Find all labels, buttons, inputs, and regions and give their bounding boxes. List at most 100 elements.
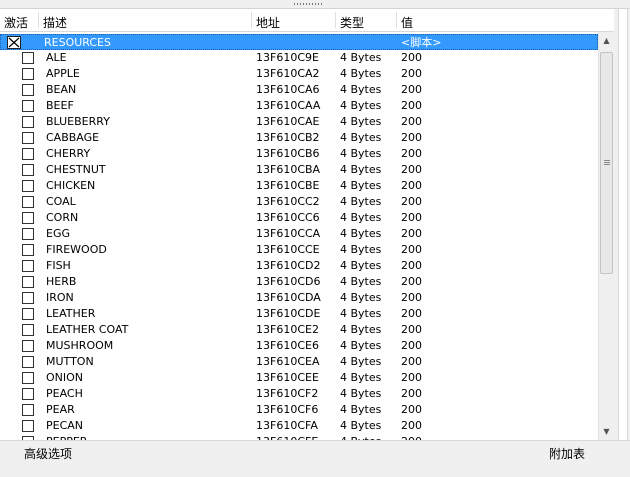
- row-description: APPLE: [46, 67, 80, 80]
- scroll-thumb[interactable]: [600, 52, 613, 274]
- row-value: 200: [401, 259, 422, 272]
- row-address: 13F610CEE: [256, 371, 319, 384]
- header-type[interactable]: 类型: [340, 14, 364, 31]
- row-address: 13F610CE2: [256, 323, 319, 336]
- header-divider[interactable]: [251, 12, 252, 28]
- row-description: CHERRY: [46, 147, 91, 160]
- row-type: 4 Bytes: [340, 243, 382, 256]
- row-type: 4 Bytes: [340, 179, 382, 192]
- table-row[interactable]: CHESTNUT 13F610CBA 4 Bytes 200: [0, 162, 598, 178]
- table-row[interactable]: HERB 13F610CD6 4 Bytes 200: [0, 274, 598, 290]
- active-checkbox[interactable]: [22, 260, 34, 272]
- row-address: 13F610CDA: [256, 291, 321, 304]
- panel-splitter[interactable]: [0, 0, 630, 9]
- check-x-icon: [8, 37, 20, 48]
- active-checkbox[interactable]: [22, 148, 34, 160]
- active-checkbox[interactable]: [22, 196, 34, 208]
- table-row[interactable]: PEACH 13F610CF2 4 Bytes 200: [0, 386, 598, 402]
- active-checkbox[interactable]: [22, 308, 34, 320]
- table-row[interactable]: CHERRY 13F610CB6 4 Bytes 200: [0, 146, 598, 162]
- active-checkbox[interactable]: [22, 68, 34, 80]
- active-checkbox[interactable]: [22, 180, 34, 192]
- table-row[interactable]: IRON 13F610CDA 4 Bytes 200: [0, 290, 598, 306]
- table-row[interactable]: MUSHROOM 13F610CE6 4 Bytes 200: [0, 338, 598, 354]
- active-checkbox[interactable]: [22, 100, 34, 112]
- table-row[interactable]: COAL 13F610CC2 4 Bytes 200: [0, 194, 598, 210]
- active-checkbox[interactable]: [22, 164, 34, 176]
- row-description: IRON: [46, 291, 74, 304]
- header-active[interactable]: 激活: [4, 14, 28, 31]
- header-divider[interactable]: [396, 12, 397, 28]
- address-list[interactable]: RESOURCES <脚本> ALE 13F610C9E 4 Bytes 200 APP…: [0, 32, 598, 440]
- row-value: 200: [401, 147, 422, 160]
- active-checkbox[interactable]: [22, 116, 34, 128]
- active-checkbox[interactable]: [22, 212, 34, 224]
- table-row[interactable]: CORN 13F610CC6 4 Bytes 200: [0, 210, 598, 226]
- window-edge: [614, 9, 630, 440]
- header-address[interactable]: 地址: [256, 14, 280, 31]
- vertical-scrollbar[interactable]: ▲ ▼: [598, 32, 614, 440]
- row-value: 200: [401, 67, 422, 80]
- header-divider[interactable]: [335, 12, 336, 28]
- table-row[interactable]: MUTTON 13F610CEA 4 Bytes 200: [0, 354, 598, 370]
- table-row[interactable]: FISH 13F610CD2 4 Bytes 200: [0, 258, 598, 274]
- active-checkbox[interactable]: [22, 372, 34, 384]
- table-row[interactable]: ONION 13F610CEE 4 Bytes 200: [0, 370, 598, 386]
- table-row[interactable]: ALE 13F610C9E 4 Bytes 200: [0, 50, 598, 66]
- table-row[interactable]: PECAN 13F610CFA 4 Bytes 200: [0, 418, 598, 434]
- row-value: 200: [401, 243, 422, 256]
- active-checkbox[interactable]: [22, 356, 34, 368]
- active-checkbox[interactable]: [22, 228, 34, 240]
- scroll-down-button[interactable]: ▼: [599, 423, 614, 440]
- header-value[interactable]: 值: [401, 14, 413, 31]
- header-divider[interactable]: [38, 12, 39, 28]
- chevron-up-icon: ▲: [603, 36, 610, 45]
- table-row[interactable]: LEATHER 13F610CDE 4 Bytes 200: [0, 306, 598, 322]
- row-value: 200: [401, 83, 422, 96]
- table-row[interactable]: PEAR 13F610CF6 4 Bytes 200: [0, 402, 598, 418]
- active-checkbox[interactable]: [22, 244, 34, 256]
- row-type: 4 Bytes: [340, 51, 382, 64]
- active-checkbox[interactable]: [22, 404, 34, 416]
- row-type: 4 Bytes: [340, 99, 382, 112]
- column-header: 激活 描述 地址 类型 值: [0, 9, 614, 32]
- row-value: 200: [401, 371, 422, 384]
- active-checkbox-checked[interactable]: [7, 36, 21, 49]
- table-row[interactable]: BEAN 13F610CA6 4 Bytes 200: [0, 82, 598, 98]
- row-description: FIREWOOD: [46, 243, 107, 256]
- active-checkbox[interactable]: [22, 340, 34, 352]
- table-extras-button[interactable]: 附加表: [549, 445, 585, 462]
- table-row[interactable]: CHICKEN 13F610CBE 4 Bytes 200: [0, 178, 598, 194]
- row-type: 4 Bytes: [340, 323, 382, 336]
- active-checkbox[interactable]: [22, 52, 34, 64]
- table-row[interactable]: BLUEBERRY 13F610CAE 4 Bytes 200: [0, 114, 598, 130]
- table-row[interactable]: APPLE 13F610CA2 4 Bytes 200: [0, 66, 598, 82]
- active-checkbox[interactable]: [22, 292, 34, 304]
- row-description: MUSHROOM: [46, 339, 114, 352]
- row-address: 13F610CFA: [256, 419, 318, 432]
- table-row[interactable]: EGG 13F610CCA 4 Bytes 200: [0, 226, 598, 242]
- active-checkbox[interactable]: [22, 276, 34, 288]
- table-row[interactable]: LEATHER COAT 13F610CE2 4 Bytes 200: [0, 322, 598, 338]
- table-row[interactable]: BEEF 13F610CAA 4 Bytes 200: [0, 98, 598, 114]
- active-checkbox[interactable]: [22, 420, 34, 432]
- active-checkbox[interactable]: [22, 324, 34, 336]
- row-description: CHICKEN: [46, 179, 96, 192]
- table-row[interactable]: FIREWOOD 13F610CCE 4 Bytes 200: [0, 242, 598, 258]
- row-address: 13F610CCE: [256, 243, 320, 256]
- row-address: 13F610CAE: [256, 115, 320, 128]
- row-address: 13F610CF6: [256, 403, 319, 416]
- row-type: 4 Bytes: [340, 355, 382, 368]
- row-address: 13F610CD6: [256, 275, 321, 288]
- scroll-up-button[interactable]: ▲: [599, 32, 614, 49]
- group-row-resources[interactable]: RESOURCES <脚本>: [0, 34, 598, 50]
- table-row[interactable]: CABBAGE 13F610CB2 4 Bytes 200: [0, 130, 598, 146]
- active-checkbox[interactable]: [22, 388, 34, 400]
- row-value: 200: [401, 99, 422, 112]
- advanced-options-button[interactable]: 高级选项: [24, 445, 72, 462]
- thumb-grip-icon: [604, 160, 610, 166]
- header-description[interactable]: 描述: [43, 14, 67, 31]
- row-description: EGG: [46, 227, 70, 240]
- active-checkbox[interactable]: [22, 84, 34, 96]
- active-checkbox[interactable]: [22, 132, 34, 144]
